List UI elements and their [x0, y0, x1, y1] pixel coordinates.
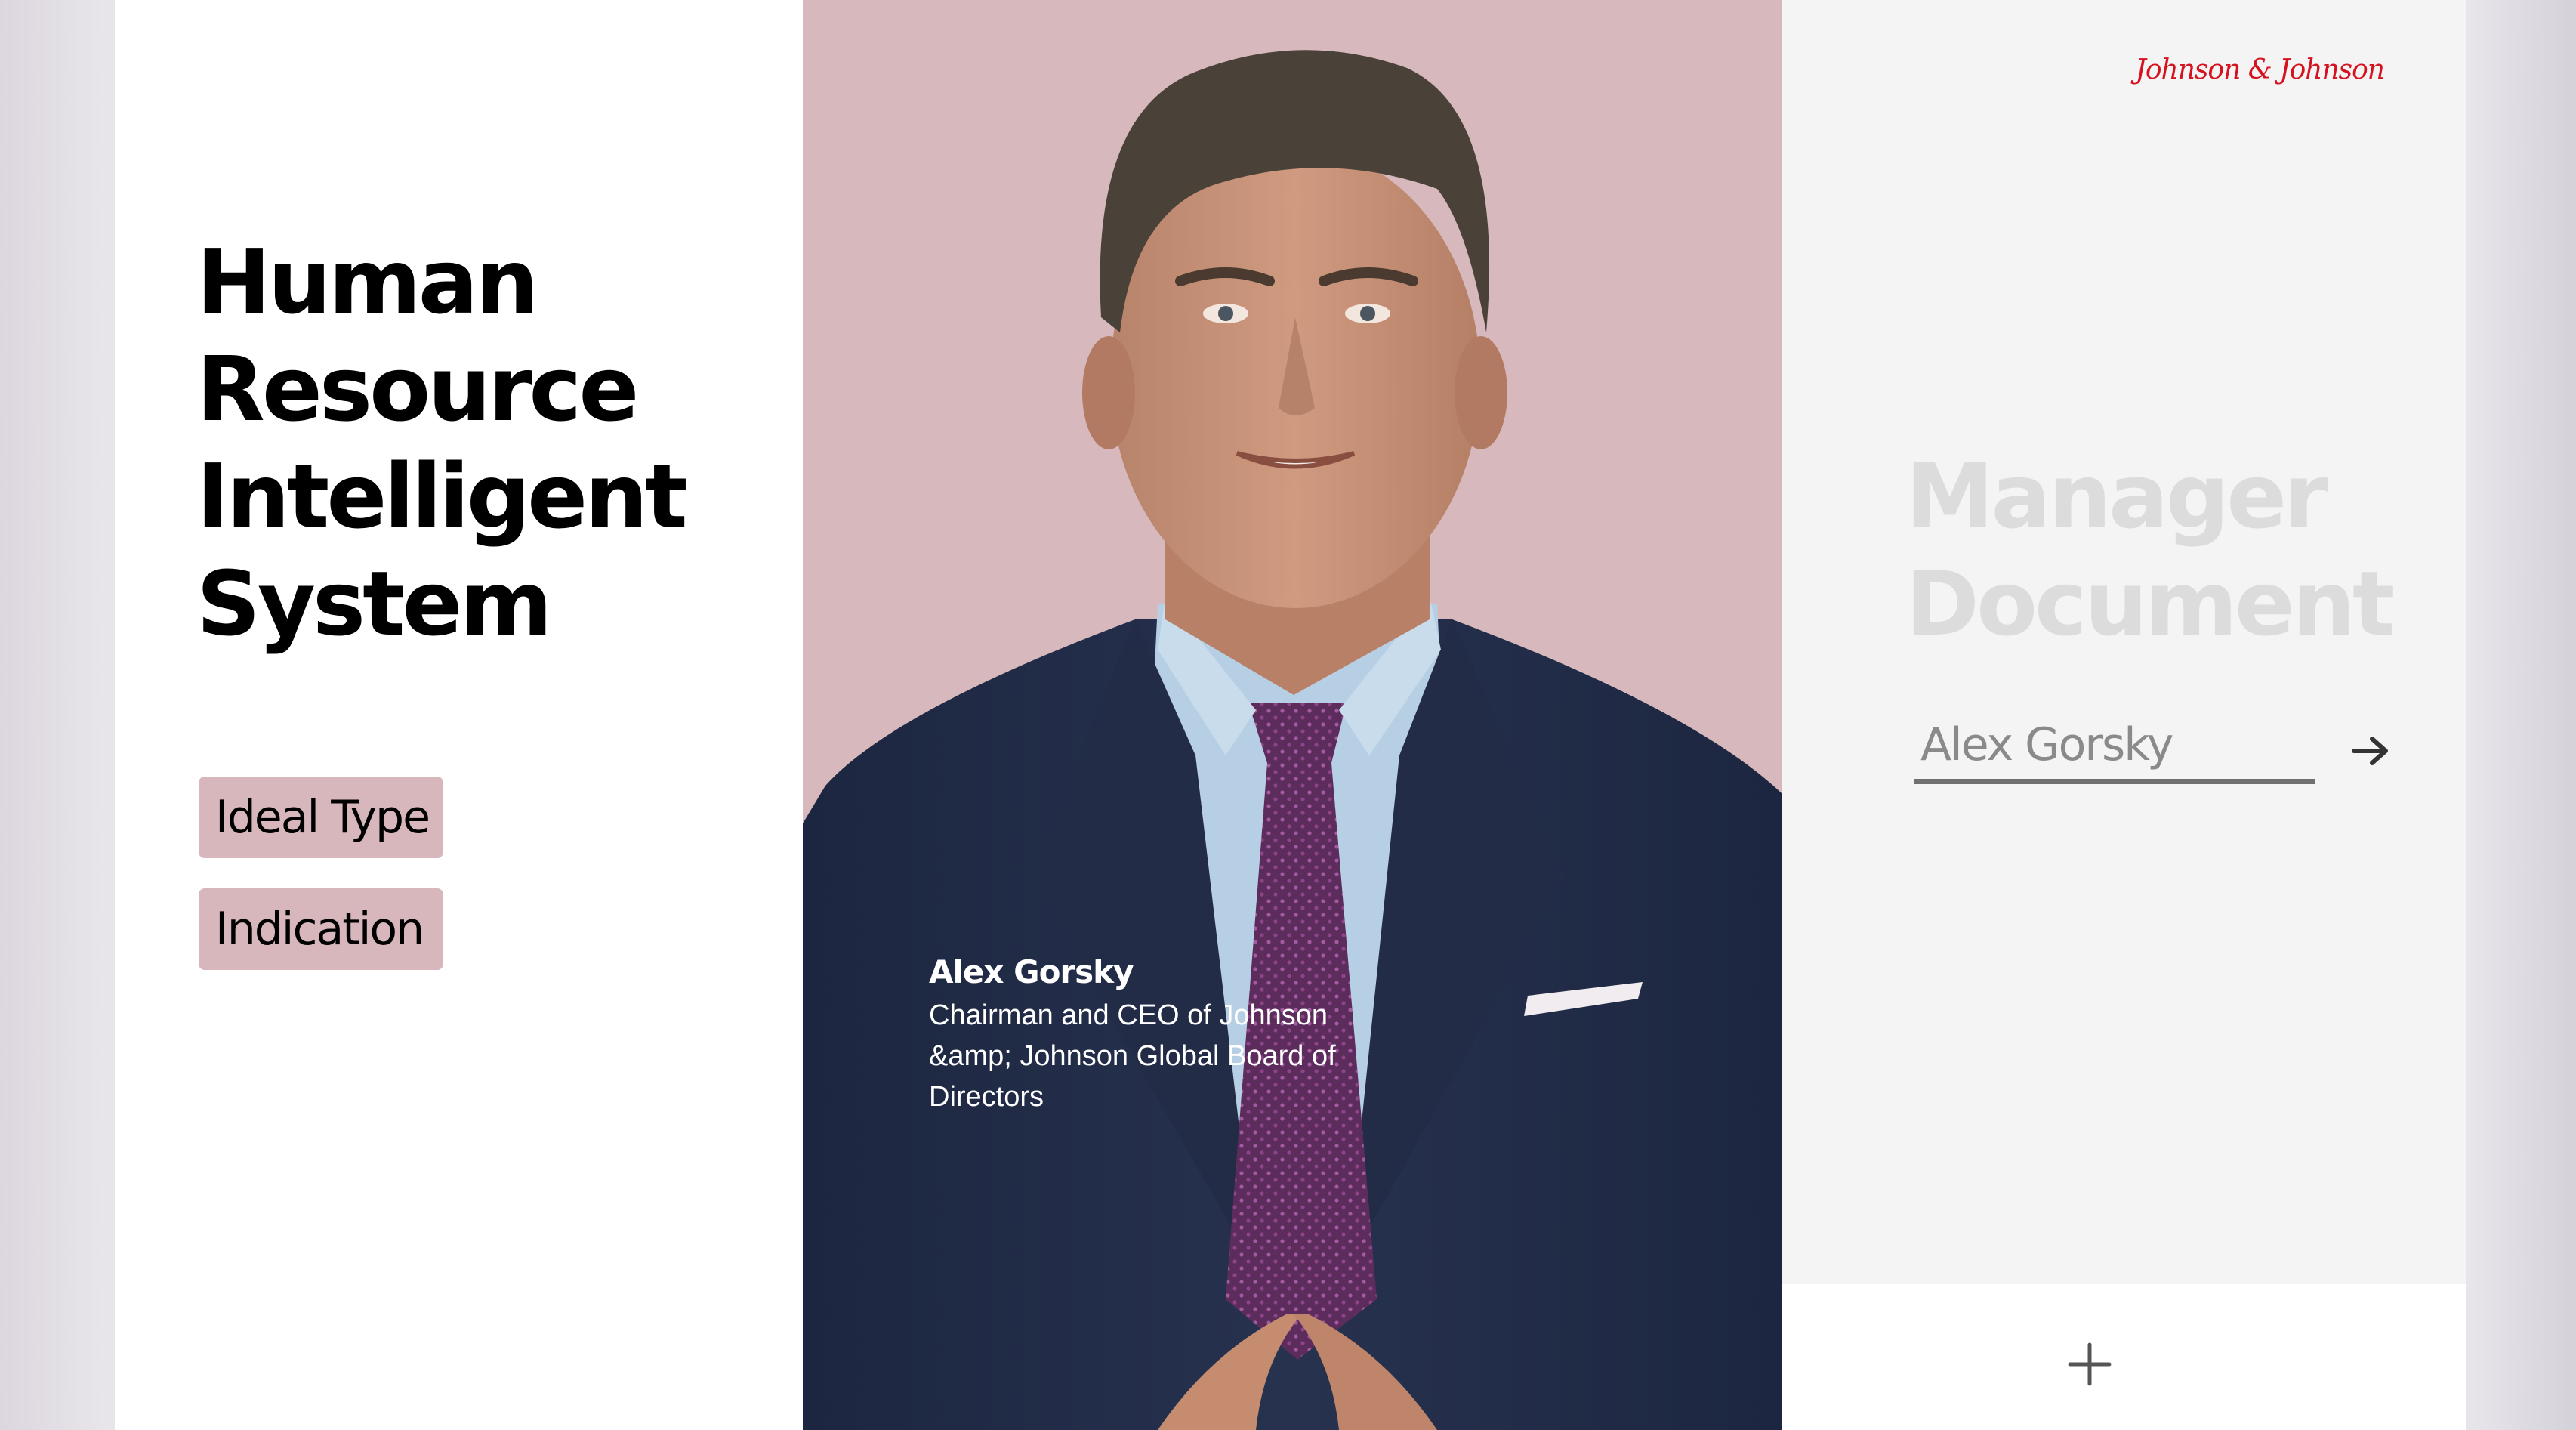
document-title-line: Document	[1905, 551, 2395, 656]
profile-role: Chairman and CEO of Johnson &amp; Johnso…	[929, 999, 1336, 1113]
indication-button[interactable]: Indication	[199, 888, 443, 970]
arrow-right-icon[interactable]	[2348, 728, 2393, 774]
manager-name-field[interactable]: Alex Gorsky	[1914, 710, 2315, 784]
profile-caption: Alex Gorsky Chairman and CEO of Johnson …	[929, 953, 1397, 1117]
system-title-line: System	[196, 551, 553, 656]
system-title-line: Resource	[196, 337, 639, 441]
brand-logo: Johnson & Johnson	[2135, 54, 2385, 85]
document-title: Manager Document	[1905, 443, 2395, 657]
system-title-line: Intelligent	[196, 444, 688, 548]
system-title-line: Human	[196, 230, 538, 334]
document-title-line: Manager	[1905, 444, 2328, 548]
left-panel: Human Resource Intelligent System Ideal …	[115, 0, 804, 1430]
right-panel: Johnson & Johnson Manager Document Alex …	[1782, 0, 2466, 1284]
app-stage: Human Resource Intelligent System Ideal …	[0, 0, 2576, 1430]
system-title: Human Resource Intelligent System	[196, 228, 688, 657]
right-footer	[1782, 1284, 2466, 1430]
profile-photo-panel: Alex Gorsky Chairman and CEO of Johnson …	[803, 0, 1782, 1430]
ideal-type-button[interactable]: Ideal Type	[199, 777, 443, 858]
profile-name: Alex Gorsky	[929, 953, 1134, 990]
plus-icon[interactable]	[2059, 1334, 2120, 1394]
portrait-photo	[803, 50, 1782, 1430]
